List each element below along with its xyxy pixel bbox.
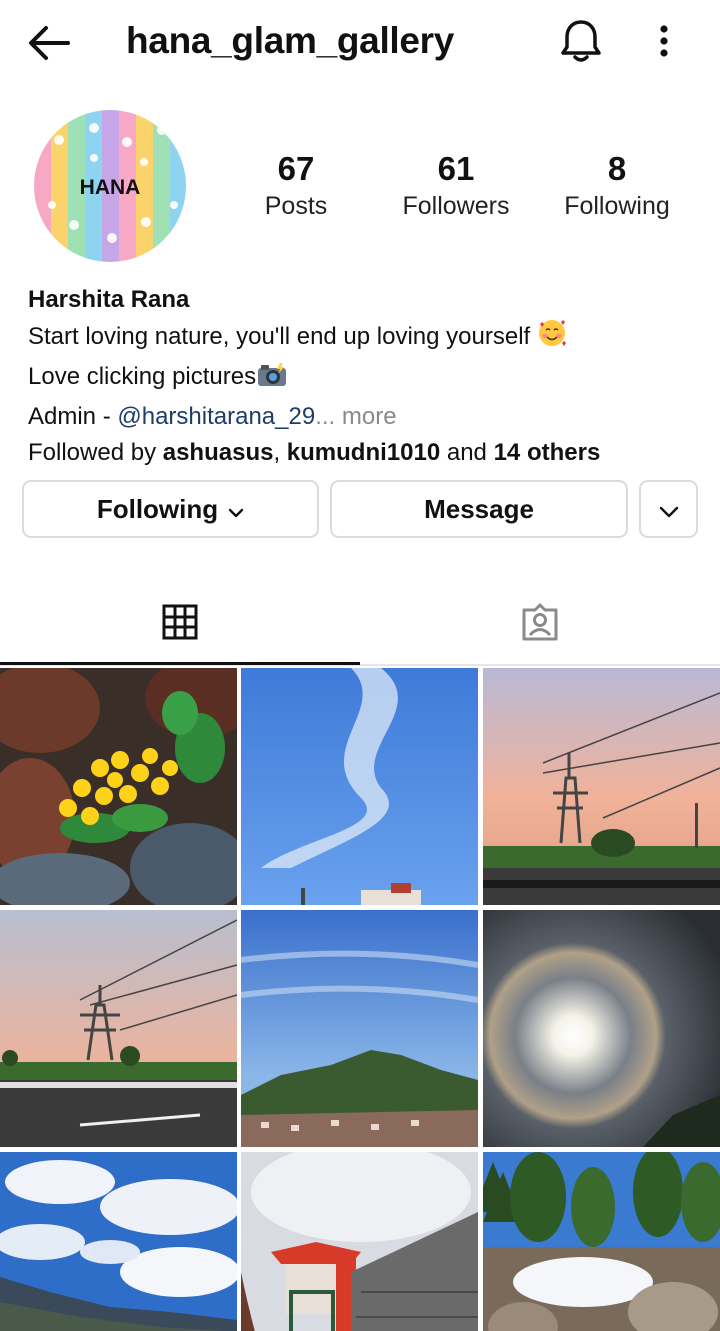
post-thumbnail[interactable] — [241, 668, 478, 905]
following-button-label: Following — [96, 493, 219, 524]
bio-line-2: Love clicking pictures — [28, 359, 708, 399]
following-count-label: Following — [564, 192, 670, 220]
bio-admin-prefix: Admin - — [28, 403, 118, 430]
bell-icon[interactable] — [558, 16, 604, 66]
followers-count-label: Followers — [402, 192, 510, 220]
following-count[interactable]: 8 Following — [554, 150, 680, 224]
bio-line-1: Start loving nature, you'll end up lovin… — [28, 318, 708, 359]
followed-by-prefix: Followed by — [28, 439, 163, 466]
followers-count[interactable]: 61 Followers — [390, 150, 522, 224]
more-vertical-icon[interactable] — [648, 20, 680, 62]
bio-line-2-text: Love clicking pictures — [28, 363, 257, 390]
followed-by-user-2[interactable]: kumudni1010 — [287, 439, 440, 466]
bio-admin-handle-link[interactable]: @harshitarana_29 — [117, 403, 315, 430]
followed-by-separator: , — [273, 439, 287, 466]
grid-icon — [162, 604, 198, 645]
posts-count: 67 Posts — [246, 150, 346, 224]
post-thumbnail[interactable] — [0, 1152, 237, 1331]
profile-tabs — [0, 584, 720, 666]
tagged-person-icon — [520, 602, 560, 647]
back-arrow-icon[interactable] — [26, 22, 72, 64]
followers-count-value: 61 — [437, 150, 475, 187]
post-thumbnail[interactable] — [0, 910, 237, 1147]
profile-avatar[interactable]: HANA — [34, 110, 186, 262]
followed-by[interactable]: Followed by ashuasus, kumudni1010 and 14… — [28, 435, 708, 471]
following-button[interactable]: Following — [22, 480, 319, 538]
message-button-label: Message — [424, 493, 534, 524]
bio-line-3: Admin - @harshitarana_29... more — [28, 399, 708, 435]
followed-by-others[interactable]: 14 others — [494, 439, 601, 466]
chevron-down-icon — [228, 494, 244, 525]
followed-by-user-1[interactable]: ashuasus — [163, 439, 274, 466]
post-thumbnail[interactable] — [483, 1152, 720, 1331]
posts-count-label: Posts — [264, 192, 328, 220]
post-thumbnail[interactable] — [0, 668, 237, 905]
profile-bio: Harshita Rana Start loving nature, you'l… — [28, 282, 708, 471]
following-count-value: 8 — [607, 150, 627, 187]
suggested-accounts-button[interactable] — [639, 480, 698, 538]
bio-more-link[interactable]: more — [335, 403, 397, 430]
chevron-down-icon — [659, 494, 679, 525]
post-thumbnail[interactable] — [241, 910, 478, 1147]
tab-posts-grid[interactable] — [0, 584, 360, 664]
followed-by-and: and — [440, 439, 494, 466]
post-thumbnail[interactable] — [483, 910, 720, 1147]
message-button[interactable]: Message — [330, 480, 628, 538]
top-bar: hana_glam_gallery — [0, 0, 720, 86]
bio-line-1-text: Start loving nature, you'll end up lovin… — [28, 323, 531, 350]
posts-count-value: 67 — [277, 150, 315, 187]
camera-with-flash-icon — [256, 362, 288, 399]
active-tab-indicator — [0, 662, 360, 665]
avatar-logo-text: HANA — [80, 176, 141, 199]
tab-tagged[interactable] — [360, 584, 720, 664]
profile-name: Harshita Rana — [28, 286, 190, 313]
profile-username: hana_glam_gallery — [126, 20, 455, 61]
post-thumbnail[interactable] — [483, 668, 720, 905]
post-thumbnail[interactable] — [241, 1152, 478, 1331]
bio-ellipsis: ... — [315, 403, 336, 430]
smiling-face-with-hearts-icon — [537, 318, 567, 359]
